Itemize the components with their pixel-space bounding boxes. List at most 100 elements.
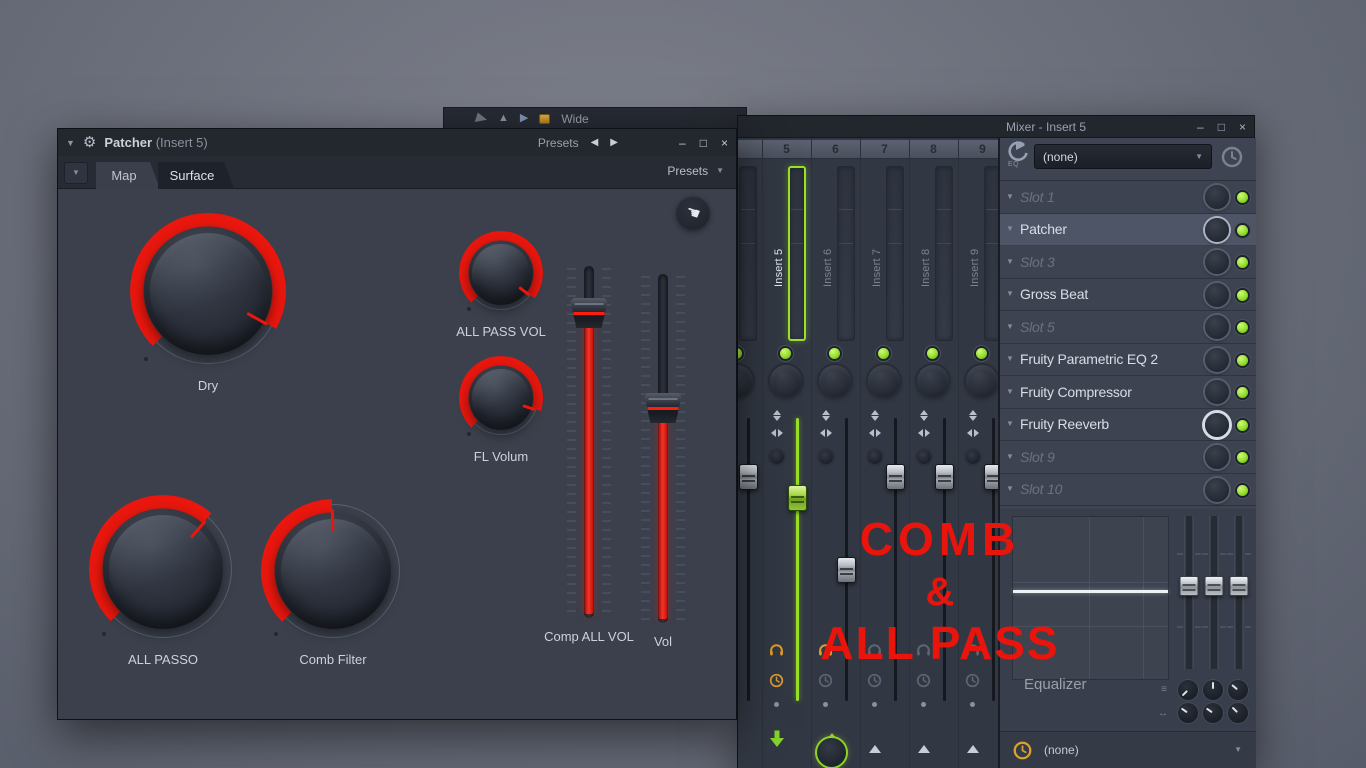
equalizer-graph[interactable] (1012, 516, 1169, 680)
mixer-channel[interactable]: 9 Insert 9 (959, 138, 998, 768)
slot-menu-chevron-icon[interactable]: ▼ (1000, 485, 1020, 493)
route-caret-icon[interactable] (869, 739, 881, 753)
channel-enable-led[interactable] (780, 348, 791, 359)
slot-menu-chevron-icon[interactable]: ▼ (1000, 290, 1020, 298)
effect-slot-row[interactable]: ▼ Slot 3 (1000, 246, 1256, 279)
swap-vertical-icon[interactable] (865, 406, 884, 425)
slot-menu-chevron-icon[interactable]: ▼ (1000, 452, 1020, 461)
headphones-icon[interactable] (965, 643, 980, 661)
mixer-channel[interactable]: 5 Insert 5 (763, 138, 812, 768)
mixer-titlebar[interactable]: Mixer - Insert 5 – □ × (738, 116, 1254, 138)
peak-meter[interactable] (886, 166, 904, 341)
slot-mix-knob[interactable] (1205, 412, 1229, 437)
time-settings-icon[interactable] (1012, 740, 1032, 760)
channel-enable-led[interactable] (738, 348, 742, 359)
route-caret-icon[interactable] (918, 739, 930, 753)
effect-slot-row[interactable]: ▼ Fruity Parametric EQ 2 (1000, 343, 1256, 376)
slider-handle[interactable] (570, 298, 608, 328)
pan-knob[interactable] (917, 365, 949, 397)
swap-vertical-icon[interactable] (767, 406, 786, 425)
route-send-knob[interactable] (815, 733, 848, 768)
fader-handle[interactable] (935, 464, 954, 490)
eq-band-knob[interactable] (1228, 680, 1248, 700)
surface-slider[interactable]: Comp ALL VOL (544, 266, 634, 644)
slot-menu-chevron-icon[interactable]: ▼ (1000, 192, 1020, 201)
eq-band-knob[interactable] (1203, 703, 1223, 723)
effect-slot-row[interactable]: ▼ Patcher (1000, 213, 1256, 246)
slot-mix-knob[interactable] (1205, 217, 1229, 242)
route-arrow-down-icon[interactable] (769, 730, 785, 753)
maximize-button[interactable]: □ (1218, 121, 1225, 133)
slider-handle[interactable] (644, 393, 682, 423)
swap-horizontal-icon[interactable] (816, 429, 835, 437)
peak-meter[interactable] (788, 166, 806, 341)
close-button[interactable]: × (1239, 121, 1246, 133)
eq-band-handle[interactable] (1229, 576, 1249, 596)
stereo-separation-knob[interactable] (966, 450, 980, 464)
slot-mix-knob[interactable] (1205, 477, 1229, 502)
surface-knob[interactable]: FL Volum (459, 356, 543, 464)
effect-slot-row[interactable]: ▼ Slot 10 (1000, 473, 1256, 506)
fader-track[interactable] (943, 418, 946, 701)
detach-plane-icon[interactable] (474, 112, 489, 125)
surface-knob[interactable]: ALL PASS VOL (456, 231, 546, 339)
swap-horizontal-icon[interactable] (865, 429, 884, 437)
swap-vertical-icon[interactable] (816, 406, 835, 425)
effect-slot-row[interactable]: ▼ Slot 5 (1000, 311, 1256, 344)
fader-handle[interactable] (837, 557, 856, 583)
slot-menu-chevron-icon[interactable]: ▼ (1000, 322, 1020, 331)
effect-slot-row[interactable]: ▼ Slot 1 (1000, 181, 1256, 214)
stereo-separation-knob[interactable] (868, 450, 882, 464)
eq-band-knob[interactable] (1203, 680, 1223, 700)
pan-knob[interactable] (966, 365, 998, 397)
fader-track[interactable] (747, 418, 750, 701)
fader-handle[interactable] (788, 485, 807, 511)
peak-meter[interactable] (935, 166, 953, 341)
eq-band-knob[interactable] (1228, 703, 1248, 723)
headphones-icon[interactable] (867, 643, 882, 661)
chevron-down-icon[interactable]: ▼ (1234, 746, 1242, 754)
slot-enable-led[interactable] (1237, 257, 1248, 268)
peak-meter[interactable] (739, 166, 757, 341)
channel-enable-led[interactable] (927, 348, 938, 359)
clock-icon[interactable] (818, 673, 833, 693)
maximize-button[interactable]: □ (700, 137, 707, 149)
pan-knob[interactable] (738, 365, 753, 397)
surface-knob[interactable]: Comb Filter (261, 499, 405, 667)
fader-handle[interactable] (739, 464, 758, 490)
slot-enable-led[interactable] (1237, 484, 1248, 496)
slot-enable-led[interactable] (1237, 289, 1248, 301)
eq-band-handle[interactable] (1179, 576, 1199, 596)
swap-horizontal-icon[interactable] (914, 429, 933, 437)
play-icon[interactable]: ▶ (520, 113, 528, 124)
surface-slider[interactable]: Vol (641, 274, 685, 649)
minimize-button[interactable]: – (1197, 121, 1204, 133)
route-caret-icon[interactable] (967, 739, 979, 753)
mixer-channel[interactable]: 8 Insert 8 (910, 138, 959, 768)
slot-enable-led[interactable] (1237, 354, 1248, 366)
surface-knob[interactable]: ALL PASSO (89, 495, 237, 667)
audio-input-icon[interactable]: EQ (1004, 141, 1031, 171)
pan-knob[interactable] (868, 365, 900, 397)
slot-enable-led[interactable] (1237, 224, 1248, 236)
clock-icon[interactable] (916, 673, 931, 693)
edit-mode-hand-button[interactable]: ☚ (676, 196, 710, 230)
peak-meter[interactable] (984, 166, 998, 341)
pan-knob[interactable] (819, 365, 851, 397)
preset-prev-icon[interactable]: ◀ (591, 137, 599, 148)
effect-slot-row[interactable]: ▼ Fruity Compressor (1000, 376, 1256, 409)
swap-horizontal-icon[interactable] (963, 429, 982, 437)
patcher-tab[interactable]: Map (96, 162, 160, 189)
slot-mix-knob[interactable] (1205, 315, 1229, 339)
eq-band-knob[interactable] (1178, 680, 1198, 700)
eq-band-slider[interactable] (1202, 516, 1226, 669)
headphones-icon[interactable] (916, 643, 931, 661)
fader-track[interactable] (894, 418, 897, 701)
headphones-icon[interactable] (769, 643, 784, 661)
slot-menu-chevron-icon[interactable]: ▼ (1000, 225, 1020, 233)
effect-slot-row[interactable]: ▼ Slot 9 (1000, 441, 1256, 474)
channel-enable-led[interactable] (829, 348, 840, 359)
mixer-channel[interactable]: 6 Insert 6 (812, 138, 861, 768)
fader-track[interactable] (796, 418, 799, 701)
preset-box-icon[interactable] (539, 113, 551, 124)
